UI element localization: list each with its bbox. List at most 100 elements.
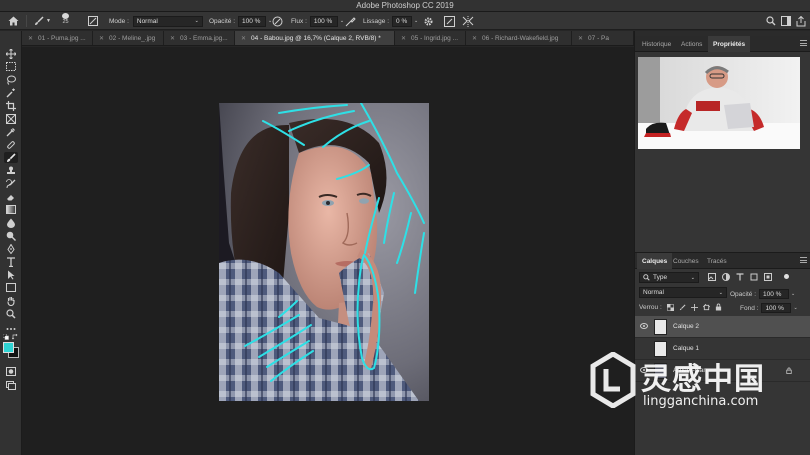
search-icon[interactable]: [766, 15, 776, 27]
tab-babou[interactable]: ✕ 04 - Babou.jpg @ 16,7% (Calque 2, RVB/8…: [235, 31, 395, 45]
rectangle-tool-icon[interactable]: [4, 282, 18, 293]
tab-paths[interactable]: Tracés: [702, 253, 732, 269]
tab-pa[interactable]: ✕ 07 - Pa: [572, 31, 634, 45]
share-icon[interactable]: [796, 15, 806, 27]
close-icon[interactable]: ✕: [401, 35, 406, 42]
presenter-video-overlay: [638, 57, 800, 149]
hand-tool-icon[interactable]: [4, 295, 18, 306]
healing-brush-tool-icon[interactable]: [4, 139, 18, 150]
airbrush-icon[interactable]: [345, 15, 356, 27]
tab-richard-wakefield[interactable]: ✕ 06 - Richard-Wakefield.jpg: [466, 31, 572, 45]
brush-panel-toggle[interactable]: [88, 15, 98, 27]
panel-menu-icon[interactable]: [800, 40, 807, 46]
flow-label: Flux :: [291, 17, 307, 25]
tab-layers[interactable]: Calques: [637, 253, 673, 269]
watermark-url: lingganchina.com: [643, 394, 759, 409]
tab-history[interactable]: Historique: [637, 36, 676, 52]
tab-actions[interactable]: Actions: [676, 36, 707, 52]
default-colors-icon[interactable]: [2, 333, 9, 340]
chevron-down-icon[interactable]: ⌄: [793, 305, 797, 311]
filter-toggle-icon[interactable]: [784, 274, 789, 279]
gear-icon[interactable]: [423, 15, 434, 27]
tab-properties[interactable]: Propriétés: [708, 36, 751, 52]
frame-tool-icon[interactable]: [4, 113, 18, 124]
flow-input[interactable]: 100 %: [309, 15, 338, 27]
screen-mode-icon[interactable]: [4, 380, 18, 391]
pressure-size-icon[interactable]: [444, 15, 455, 27]
brush-tool-icon[interactable]: [4, 152, 18, 163]
mode-select[interactable]: Normal ⌄: [132, 15, 203, 27]
zoom-tool-icon[interactable]: [4, 308, 18, 319]
shape-layer-filter-icon[interactable]: [750, 273, 758, 281]
tab-puma[interactable]: ✕ 01 - Puma.jpg ...: [22, 31, 93, 45]
quick-mask-icon[interactable]: [4, 366, 18, 377]
layer-filter-select[interactable]: Type ⌄: [639, 272, 699, 283]
close-icon[interactable]: ✕: [28, 35, 33, 42]
crop-tool-icon[interactable]: [4, 100, 18, 111]
brush-size-picker[interactable]: 25: [62, 13, 69, 25]
clone-stamp-tool-icon[interactable]: [4, 165, 18, 176]
foreground-color-swatch[interactable]: [3, 342, 14, 353]
visibility-eye-icon[interactable]: [640, 323, 648, 329]
smoothing-label: Lissage :: [363, 17, 390, 25]
lock-image-pixels-icon[interactable]: [679, 304, 686, 311]
close-icon[interactable]: ✕: [472, 35, 477, 42]
smart-object-filter-icon[interactable]: [764, 273, 772, 281]
layer-opacity-label: Opacité :: [730, 290, 757, 298]
marquee-tool-icon[interactable]: [4, 61, 18, 72]
layer-row-calque-2[interactable]: Calque 2: [635, 316, 810, 338]
lock-all-icon[interactable]: [715, 303, 722, 311]
pen-tool-icon[interactable]: [4, 243, 18, 254]
swap-colors-icon[interactable]: [11, 333, 18, 340]
lock-position-icon[interactable]: [690, 303, 698, 311]
dodge-tool-icon[interactable]: [4, 230, 18, 241]
lasso-tool-icon[interactable]: [4, 74, 18, 85]
flow-dropdown-icon[interactable]: ⌄: [340, 18, 344, 24]
type-tool-icon[interactable]: [4, 256, 18, 267]
blend-mode-select[interactable]: Normal ⌄: [639, 287, 727, 298]
magic-wand-tool-icon[interactable]: [4, 87, 18, 98]
panel-menu-icon[interactable]: [800, 257, 807, 263]
document-tab-bar: ✕ 01 - Puma.jpg ... ✕ 02 - Meline_.jpg ✕ 03…: [22, 31, 634, 46]
close-icon[interactable]: ✕: [99, 35, 104, 42]
properties-panel: [635, 52, 810, 265]
pressure-opacity-icon[interactable]: [272, 15, 283, 27]
blur-tool-icon[interactable]: [4, 217, 18, 228]
gradient-tool-icon[interactable]: [4, 204, 18, 215]
eraser-tool-icon[interactable]: [4, 191, 18, 202]
close-icon[interactable]: ✕: [170, 35, 175, 42]
fill-input[interactable]: 100 %: [761, 303, 792, 313]
tab-meline[interactable]: ✕ 02 - Meline_.jpg: [93, 31, 164, 45]
adjustment-layer-filter-icon[interactable]: [722, 273, 730, 281]
watermark-logo-icon: [590, 352, 636, 408]
move-tool-icon[interactable]: [4, 48, 18, 59]
eyedropper-tool-icon[interactable]: [4, 126, 18, 137]
brush-icon: [35, 16, 44, 25]
tab-ingrid[interactable]: ✕ 05 - Ingrid.jpg ...: [395, 31, 466, 45]
title-bar: Adobe Photoshop CC 2019: [0, 0, 810, 12]
history-brush-tool-icon[interactable]: [4, 178, 18, 189]
symmetry-icon[interactable]: [462, 15, 474, 27]
close-icon[interactable]: ✕: [241, 35, 246, 42]
type-layer-filter-icon[interactable]: [736, 273, 744, 281]
layer-opacity-input[interactable]: 100 %: [759, 289, 790, 299]
canvas-area[interactable]: [22, 47, 634, 455]
pixel-layer-filter-icon[interactable]: [708, 273, 716, 281]
more-tools-icon[interactable]: [4, 323, 18, 334]
chevron-down-icon[interactable]: ⌄: [791, 291, 795, 297]
close-icon[interactable]: ✕: [578, 35, 583, 42]
document-canvas[interactable]: [219, 103, 429, 401]
smoothing-input[interactable]: 0 %: [392, 15, 413, 27]
opacity-input[interactable]: 100 %: [238, 15, 267, 27]
tab-channels[interactable]: Couches: [668, 253, 704, 269]
brush-preset-picker[interactable]: ▼: [34, 15, 51, 27]
workspace-icon[interactable]: [781, 15, 791, 27]
lock-artboard-icon[interactable]: [702, 303, 710, 311]
layers-panel-tabs: Calques Couches Tracés: [635, 253, 810, 269]
options-bar: ▼ 25 Mode : Normal ⌄ Opacité : 100 % ⌄ Fl…: [0, 12, 810, 30]
smoothing-dropdown-icon[interactable]: ⌄: [414, 18, 418, 24]
path-selection-tool-icon[interactable]: [4, 269, 18, 280]
tab-emma[interactable]: ✕ 03 - Emma.jpg...: [164, 31, 235, 45]
home-icon[interactable]: [8, 15, 19, 27]
lock-transparent-pixels-icon[interactable]: [666, 303, 674, 311]
